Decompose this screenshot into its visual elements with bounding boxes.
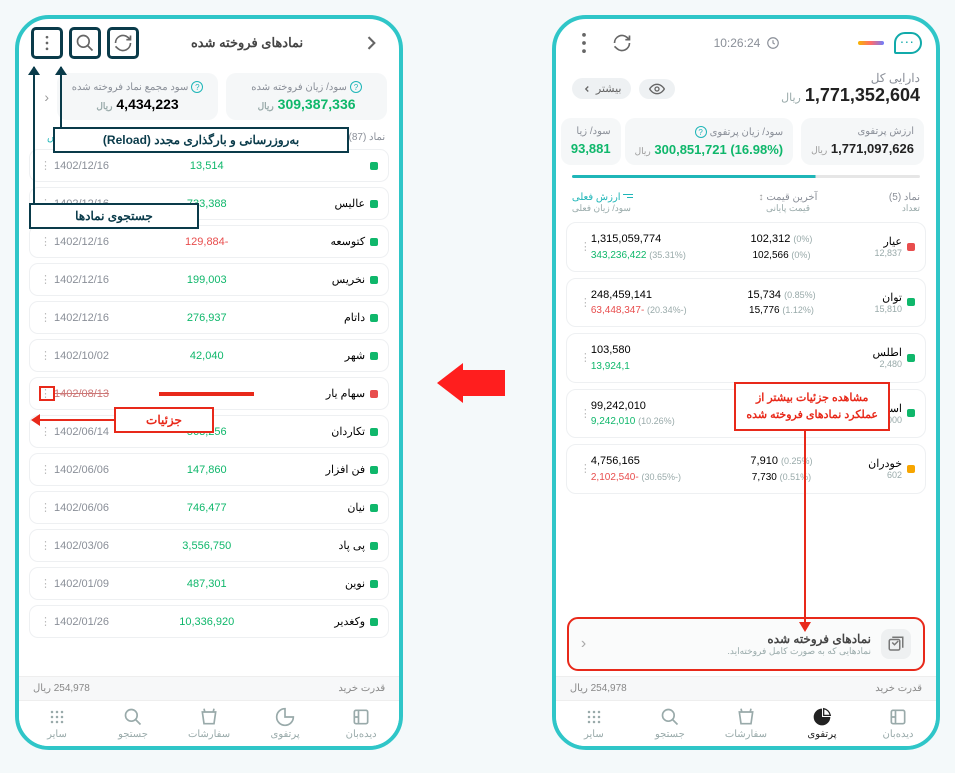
callout-details: جزئیات [114, 407, 214, 433]
row-kebab-icon[interactable]: ⋮ [577, 407, 591, 420]
portfolio-pl-card: سود/ زیان پرتفوی? (16.98%) 300,851,721 ر… [625, 118, 793, 165]
refresh-icon[interactable] [608, 29, 636, 57]
sold-row[interactable]: 13,514 1402/12/16 ⋮ [29, 149, 389, 182]
row-kebab-icon[interactable]: ⋮ [40, 159, 54, 172]
nav-other[interactable]: سایر [19, 707, 95, 740]
sold-row[interactable]: نیان 746,477 1402/06/06 ⋮ [29, 491, 389, 524]
nav-portfolio[interactable]: پرتفوی [784, 707, 860, 740]
bottom-nav: دیده‌بان پرتفوی سفارشات جستجو سایر [19, 700, 399, 746]
kebab-icon[interactable] [33, 29, 61, 57]
sold-symbols-tile[interactable]: نمادهای فروخته شده نمادهایی که به صورت ک… [568, 618, 924, 670]
row-kebab-icon[interactable]: ⋮ [40, 463, 54, 476]
sold-row[interactable]: شهر 42,040 1402/10/02 ⋮ [29, 339, 389, 372]
sold-row[interactable]: نوین 487,301 1402/01/09 ⋮ [29, 567, 389, 600]
asset-value: 1,771,352,604ریال [781, 85, 920, 106]
progress-bar [572, 175, 920, 178]
row-kebab-icon[interactable]: ⋮ [40, 235, 54, 248]
nav-other[interactable]: سایر [556, 707, 632, 740]
kebab-icon[interactable] [570, 29, 598, 57]
total-asset-bar: دارایی کل 1,771,352,604ریال بیشتر [556, 67, 936, 114]
holding-row[interactable]: اطلس2,480 103,580 13,924,1 ⋮ [566, 333, 926, 383]
brush-icon [858, 41, 884, 45]
buying-power: قدرت خرید 254,978 ریال [19, 676, 399, 700]
nav-search[interactable]: جستجو [632, 707, 708, 740]
chat-icon[interactable] [894, 32, 922, 54]
nav-portfolio[interactable]: پرتفوی [247, 707, 323, 740]
row-kebab-icon[interactable]: ⋮ [577, 296, 591, 309]
sold-row[interactable]: نخریس 199,003 1402/12/16 ⋮ [29, 263, 389, 296]
nav-orders[interactable]: سفارشات [171, 707, 247, 740]
nav-search[interactable]: جستجو [95, 707, 171, 740]
help-icon[interactable]: ? [695, 126, 707, 138]
portfolio-screen: 10:26:24 دارایی کل 1,771,352,604ریال بیش… [552, 15, 940, 750]
eye-toggle[interactable] [639, 79, 675, 99]
buying-power: قدرت خرید 254,978 ریال [556, 676, 936, 700]
bottom-nav: دیده‌بان پرتفوی سفارشات جستجو سایر [556, 700, 936, 746]
clock: 10:26:24 [714, 36, 781, 50]
nav-watch[interactable]: دیده‌بان [860, 707, 936, 740]
sold-row[interactable]: سهام یار 1402/08/13 ⋮ [29, 377, 389, 410]
top-header-sold: نمادهای فروخته شده [19, 19, 399, 67]
callout-reload: به‌روزرسانی و بارگذاری مجدد (Reload) [53, 127, 349, 153]
row-kebab-icon[interactable]: ⋮ [40, 501, 54, 514]
nav-orders[interactable]: سفارشات [708, 707, 784, 740]
sold-row[interactable]: فن افزار 147,860 1402/06/06 ⋮ [29, 453, 389, 486]
sold-icon [881, 629, 911, 659]
flow-arrow [443, 363, 512, 403]
top-header: 10:26:24 [556, 19, 936, 67]
search-icon[interactable] [71, 29, 99, 57]
row-kebab-icon[interactable]: ⋮ [40, 273, 54, 286]
row-kebab-icon[interactable]: ⋮ [577, 240, 591, 253]
row-kebab-icon[interactable]: ⋮ [40, 311, 54, 324]
callout-more-details: مشاهده جزئیات بیشتر از عملکرد نمادهای فر… [734, 382, 890, 431]
row-kebab-icon[interactable]: ⋮ [40, 615, 54, 628]
sold-row[interactable]: وکغدیر 10,336,920 1402/01/26 ⋮ [29, 605, 389, 638]
arrow-to-sold [804, 419, 806, 624]
holding-row[interactable]: عیار12,837 (0%) 102,312(0%) 102,566 1,31… [566, 222, 926, 272]
page-title: نمادهای فروخته شده [137, 35, 357, 51]
row-kebab-icon[interactable]: ⋮ [40, 539, 54, 552]
holding-row[interactable]: خودران602 (0.25%) 7,910(0.51%) 7,730 4,7… [566, 444, 926, 494]
chevron-left-icon: ‹ [581, 635, 586, 653]
sold-row[interactable]: داتام 276,937 1402/12/16 ⋮ [29, 301, 389, 334]
portfolio-value-card: ارزش پرتفوی 1,771,097,626 ریال [801, 118, 924, 165]
row-kebab-icon[interactable]: ⋮ [40, 387, 54, 400]
nav-watch[interactable]: دیده‌بان [323, 707, 399, 740]
row-kebab-icon[interactable]: ⋮ [40, 425, 54, 438]
cut-card: سود/ زیا 93,881 [561, 118, 621, 165]
summary-cards: ارزش پرتفوی 1,771,097,626 ریال سود/ زیان… [556, 114, 936, 169]
holding-row[interactable]: توان15,810 (0.85%) 15,734(1.12%) 15,776 … [566, 278, 926, 328]
callout-search: جستجوی نمادها [29, 203, 199, 229]
row-kebab-icon[interactable]: ⋮ [577, 462, 591, 475]
sort-icon[interactable] [623, 192, 633, 200]
holdings-header: نماد (5)تعداد آخرین قیمت ↕قیمت پایانی ار… [556, 184, 936, 222]
sold-row[interactable]: پی پاد 3,556,750 1402/03/06 ⋮ [29, 529, 389, 562]
more-button[interactable]: بیشتر [572, 78, 632, 99]
row-kebab-icon[interactable]: ⋮ [40, 349, 54, 362]
sold-summary: ?سود/ زیان فروخته شده 309,387,336 ریال ?… [19, 67, 399, 126]
row-kebab-icon[interactable]: ⋮ [40, 577, 54, 590]
sold-symbols-screen: نمادهای فروخته شده ?سود/ زیان فروخته شده… [15, 15, 403, 750]
row-kebab-icon[interactable]: ⋮ [577, 351, 591, 364]
refresh-icon[interactable] [109, 29, 137, 57]
back-icon[interactable] [357, 29, 385, 57]
asset-label: دارایی کل [781, 71, 920, 85]
sold-row[interactable]: کتوسعه -129,884 1402/12/16 ⋮ [29, 225, 389, 258]
